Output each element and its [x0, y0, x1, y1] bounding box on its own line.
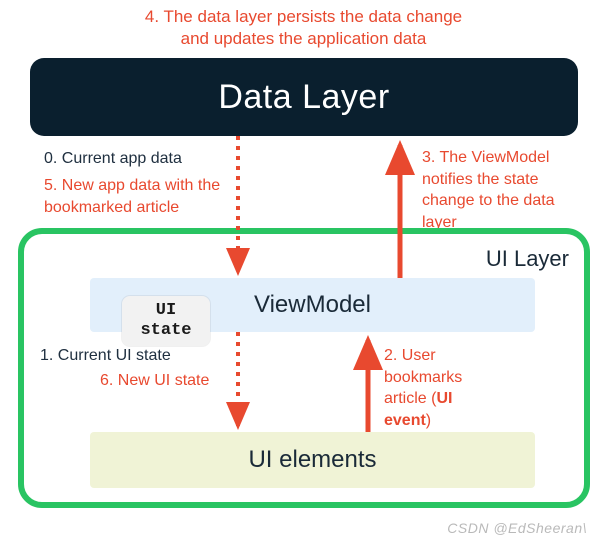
step2-label: 2. User bookmarks article (UI event) — [384, 345, 494, 431]
step4-caption: 4. The data layer persists the data chan… — [0, 6, 607, 50]
step0-label: 0. Current app data — [44, 148, 182, 170]
ui-elements-box: UI elements — [90, 432, 535, 488]
diagram-canvas: 4. The data layer persists the data chan… — [0, 0, 607, 539]
data-layer-title: Data Layer — [218, 78, 389, 117]
step3-label: 3. The ViewModel notifies the state chan… — [422, 147, 592, 233]
ui-state-badge: UI state — [122, 296, 210, 346]
viewmodel-title: ViewModel — [254, 291, 371, 319]
watermark: CSDN @EdSheeran\ — [447, 520, 587, 536]
data-layer-box: Data Layer — [30, 58, 578, 136]
step1-label: 1. Current UI state — [40, 345, 171, 367]
ui-layer-caption: UI Layer — [486, 244, 569, 274]
step6-label: 6. New UI state — [100, 370, 209, 392]
ui-elements-title: UI elements — [248, 446, 376, 474]
step5-label: 5. New app data with the bookmarked arti… — [44, 175, 234, 218]
